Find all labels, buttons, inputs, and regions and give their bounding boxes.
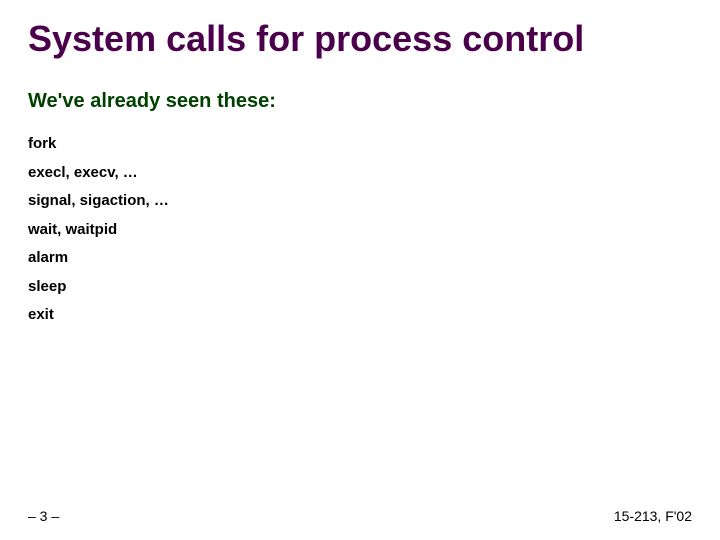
list-item: sleep [28, 273, 169, 302]
list-item: execl, execv, … [28, 159, 169, 188]
list-item: alarm [28, 244, 169, 273]
slide-title: System calls for process control [28, 18, 700, 59]
syscall-list: fork execl, execv, … signal, sigaction, … [28, 130, 169, 330]
course-label: 15-213, F'02 [614, 508, 692, 524]
list-item: signal, sigaction, … [28, 187, 169, 216]
slide: System calls for process control We've a… [0, 0, 720, 540]
list-item: fork [28, 130, 169, 159]
page-number: – 3 – [28, 508, 59, 524]
slide-subhead: We've already seen these: [28, 90, 276, 113]
list-item: exit [28, 301, 169, 330]
list-item: wait, waitpid [28, 216, 169, 245]
